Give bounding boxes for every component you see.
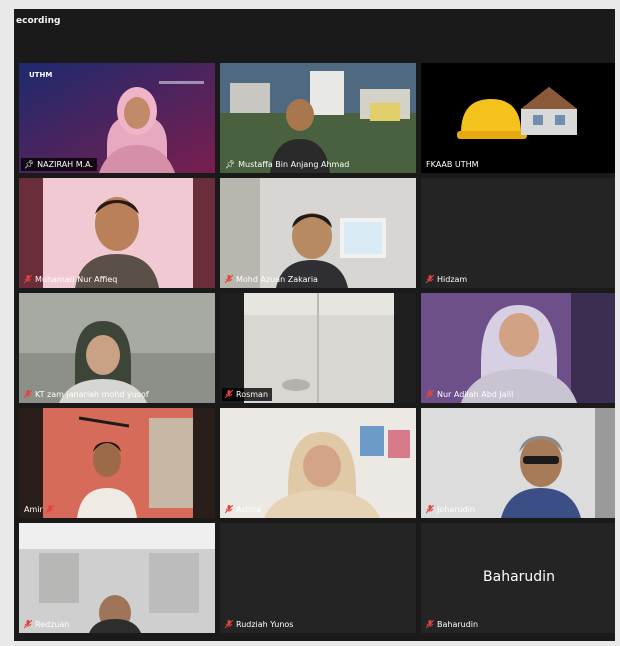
mic-muted-icon	[426, 275, 434, 284]
name-label: Joharudin	[423, 503, 479, 516]
name-label: Astina	[222, 503, 265, 516]
video-tile-mohd-azuan-zakaria[interactable]: Mohd Azuan Zakaria	[220, 178, 416, 288]
recording-indicator: ecording	[16, 16, 61, 26]
mic-muted-icon	[24, 390, 32, 399]
pin-icon: 📌︎	[225, 160, 236, 169]
mic-muted-icon	[426, 390, 434, 399]
name-label: Hidzam	[423, 273, 471, 286]
zoom-meeting-window: ecording UTHM 📌︎ NAZIRAH M.A. 📌︎ Mustaff…	[14, 9, 615, 641]
video-tile-hidzam[interactable]: Hidzam	[421, 178, 615, 288]
video-tile-kt-zam-janariah[interactable]: KT zam janariah mohd yusof	[19, 293, 215, 403]
pin-icon: 📌︎	[24, 160, 35, 169]
mic-muted-icon	[225, 620, 233, 629]
participant-video	[220, 293, 416, 403]
svg-text:UTHM: UTHM	[29, 71, 52, 79]
mic-muted-icon	[225, 505, 233, 514]
gallery-view: UTHM 📌︎ NAZIRAH M.A. 📌︎ Mustaffa Bin Anj…	[19, 63, 615, 633]
name-label: 📌︎ Mustaffa Bin Anjang Ahmad	[225, 160, 350, 169]
mic-muted-icon	[45, 505, 54, 514]
mic-muted-icon	[24, 620, 32, 629]
participant-video	[19, 408, 215, 518]
video-tile-rosman[interactable]: Rosman	[220, 293, 416, 403]
video-tile-astina[interactable]: Astina	[220, 408, 416, 518]
video-tile-baharudin[interactable]: Baharudin Baharudin	[421, 523, 615, 633]
name-label: KT zam janariah mohd yusof	[21, 388, 153, 401]
participant-video	[421, 293, 615, 403]
participant-video	[421, 63, 615, 173]
mic-muted-icon	[24, 275, 32, 284]
video-tile-fkaab-uthm[interactable]: FKAAB UTHM	[421, 63, 615, 173]
participant-video	[220, 178, 416, 288]
mic-muted-icon	[225, 390, 233, 399]
name-label: Redzuan	[21, 618, 73, 631]
name-label: Nur Adilah Abd Jalil	[423, 388, 517, 401]
participant-name-placeholder: Baharudin	[483, 569, 555, 585]
mic-muted-icon	[225, 275, 233, 284]
participant-video	[19, 523, 215, 633]
name-label: Rudziah Yunos	[222, 618, 297, 631]
name-label: Muhamad Nur Affieq	[21, 273, 121, 286]
participant-video	[421, 408, 615, 518]
name-label: 📌︎ NAZIRAH M.A.	[21, 158, 98, 171]
name-label: Baharudin	[423, 618, 482, 631]
participant-video	[19, 293, 215, 403]
name-label: Mohd Azuan Zakaria	[222, 273, 322, 286]
video-tile-redzuan[interactable]: Redzuan	[19, 523, 215, 633]
mic-muted-icon	[426, 620, 434, 629]
participant-video	[220, 408, 416, 518]
video-tile-mustaffa[interactable]: 📌︎ Mustaffa Bin Anjang Ahmad	[220, 63, 416, 173]
name-label: Rosman	[222, 388, 273, 401]
video-tile-amir[interactable]: Amir	[19, 408, 215, 518]
video-tile-muhamad-nur-affieq[interactable]: Muhamad Nur Affieq	[19, 178, 215, 288]
name-label: FKAAB UTHM	[426, 160, 479, 169]
participant-video: UTHM	[19, 63, 215, 173]
participant-video	[220, 63, 416, 173]
name-label: Amir	[21, 503, 58, 516]
participant-video	[19, 178, 215, 288]
video-tile-nazirah[interactable]: UTHM 📌︎ NAZIRAH M.A.	[19, 63, 215, 173]
video-tile-rudziah-yunos[interactable]: Rudziah Yunos	[220, 523, 416, 633]
video-tile-joharudin[interactable]: Joharudin	[421, 408, 615, 518]
mic-muted-icon	[426, 505, 434, 514]
video-tile-nur-adilah-abd-jalil[interactable]: Nur Adilah Abd Jalil	[421, 293, 615, 403]
